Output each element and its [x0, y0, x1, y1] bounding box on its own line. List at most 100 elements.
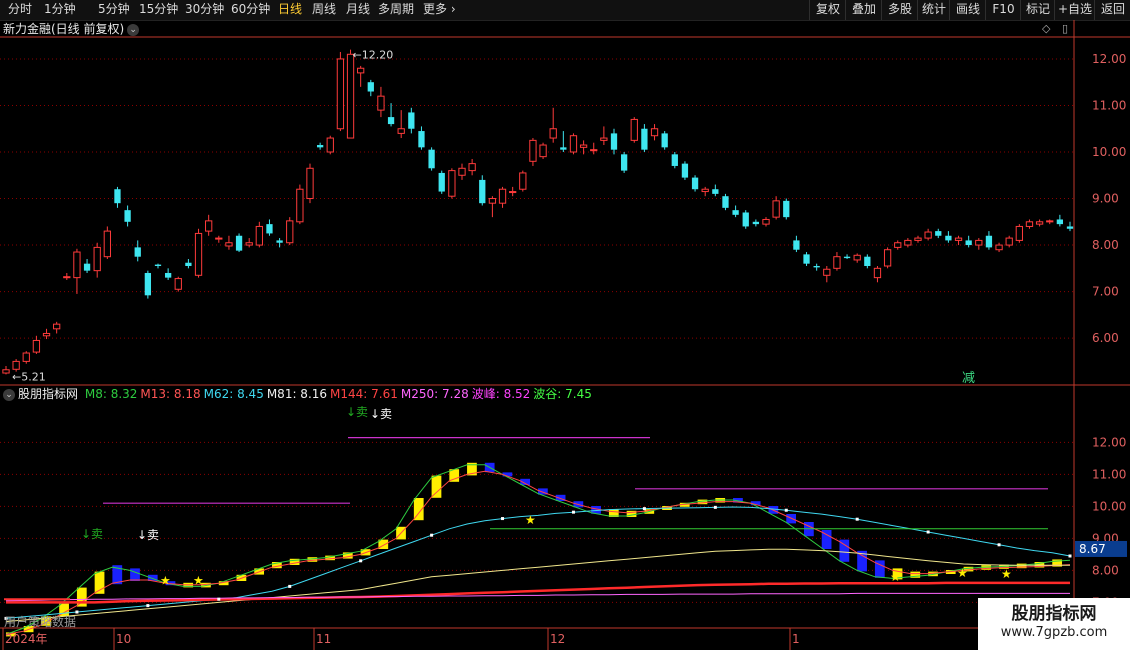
ma62-dot-48 — [855, 517, 859, 521]
user-strategy-data-label[interactable]: 用户策略数据 — [4, 613, 76, 630]
candle-body-44 — [448, 170, 456, 197]
candle-body-78 — [793, 240, 800, 250]
candle-body-101 — [1025, 221, 1034, 227]
candle-body-84 — [853, 254, 861, 261]
x-tick-4: 1 — [792, 632, 800, 646]
candle-body-93 — [945, 235, 952, 241]
candle-body-52 — [529, 139, 537, 162]
candle-body-8 — [83, 263, 91, 271]
x-tick-0: 2024年 — [5, 632, 48, 646]
candle-body-100 — [1015, 225, 1023, 241]
y-tick-ind-3: 10.00 — [1092, 499, 1126, 513]
star-marker-5: ★ — [1001, 567, 1012, 581]
candle-body-10 — [103, 230, 111, 258]
candle-body-40 — [408, 112, 415, 129]
ma62-dot-44 — [784, 508, 788, 512]
low-annotation: ←5.21 — [12, 370, 46, 383]
candle-body-29 — [296, 188, 304, 223]
y-tick-main-5: 11.00 — [1092, 98, 1126, 112]
candle-body-5 — [53, 323, 61, 330]
legend-item-0: M8: 8.32 — [84, 387, 138, 401]
candle-body-60 — [610, 133, 618, 150]
candle-body-68 — [691, 177, 699, 190]
ma62-dot-56 — [997, 543, 1001, 547]
candle-body-88 — [894, 242, 902, 248]
candle-body-57 — [579, 144, 588, 148]
candle-body-27 — [276, 240, 283, 243]
ma62-dot-60 — [1068, 554, 1072, 558]
ma-line-m13 — [5, 470, 1071, 635]
candle-body-45 — [458, 167, 466, 176]
candle-body-55 — [560, 147, 567, 150]
candle-body-51 — [519, 172, 527, 190]
candle-body-20 — [205, 220, 213, 232]
candle-body-50 — [509, 191, 517, 194]
ma62-dot-12 — [217, 597, 221, 601]
y-tick-ind-4: 11.00 — [1092, 467, 1126, 481]
candle-body-105 — [1066, 226, 1074, 229]
candle-body-74 — [752, 221, 760, 225]
candle-body-17 — [174, 278, 182, 290]
candle-body-12 — [124, 210, 131, 222]
candle-body-62 — [630, 118, 638, 141]
candle-body-25 — [255, 225, 263, 246]
y-tick-main-6: 12.00 — [1092, 52, 1126, 66]
sell-signal-0: ↓卖 — [346, 405, 368, 419]
star-marker-4: ★ — [957, 566, 968, 580]
x-tick-1: 10 — [116, 632, 131, 646]
legend-item-1: M13: 8.18 — [140, 387, 201, 401]
candle-body-34 — [346, 53, 355, 139]
candle-body-21 — [215, 237, 223, 240]
chevron-down-icon[interactable]: ⌄ — [3, 388, 15, 401]
candle-body-92 — [935, 231, 942, 236]
x-tick-3: 12 — [550, 632, 565, 646]
candle-body-41 — [418, 131, 425, 148]
candle-body-4 — [42, 332, 51, 337]
y-tick-ind-1: 8.00 — [1092, 563, 1119, 577]
candle-body-53 — [539, 144, 547, 158]
legend-item-6: 波峰: 8.52 — [471, 387, 531, 401]
candle-body-63 — [641, 128, 648, 150]
sell-signal-2: ↓卖 — [81, 527, 103, 541]
candle-body-86 — [873, 267, 882, 279]
candle-body-37 — [377, 95, 385, 111]
candle-body-54 — [549, 128, 557, 139]
chart-canvas: 6.007.008.009.0010.0011.0012.007.008.009… — [0, 20, 1130, 650]
candle-body-61 — [620, 154, 628, 171]
candle-body-81 — [823, 268, 831, 276]
candle-body-91 — [924, 231, 932, 239]
candle-body-39 — [397, 128, 405, 134]
candle-body-99 — [1005, 237, 1013, 246]
candle-body-87 — [883, 249, 892, 267]
ma62-dot-16 — [288, 584, 292, 588]
candle-body-28 — [286, 220, 294, 244]
candle-body-56 — [569, 135, 578, 153]
candle-body-19 — [194, 232, 203, 276]
candle-body-47 — [479, 179, 486, 204]
candle-body-35 — [357, 67, 365, 74]
candle-body-59 — [600, 137, 608, 141]
ma62-dot-20 — [359, 559, 363, 563]
candle-body-36 — [367, 82, 374, 92]
star-marker-0: ★ — [160, 573, 171, 587]
candle-body-79 — [803, 254, 810, 264]
band-block-4 — [76, 587, 87, 607]
candle-body-15 — [154, 264, 162, 266]
indicator-name: 股朋指标网 — [18, 387, 79, 401]
candle-body-11 — [114, 189, 121, 204]
candle-body-46 — [468, 163, 476, 172]
y-tick-ind-5: 12.00 — [1092, 435, 1126, 449]
high-annotation: ←12.20 — [353, 49, 394, 62]
ma62-dot-40 — [713, 505, 717, 509]
candle-body-89 — [904, 239, 912, 246]
candle-body-95 — [965, 240, 972, 246]
candle-body-22 — [225, 242, 233, 247]
y-tick-main-2: 8.00 — [1092, 238, 1119, 252]
y-tick-main-4: 10.00 — [1092, 145, 1126, 159]
candle-body-3 — [32, 339, 41, 353]
watermark-title: 股朋指标网 — [1011, 604, 1097, 624]
x-tick-2: 11 — [316, 632, 331, 646]
ma62-dot-28 — [501, 517, 505, 521]
candle-body-33 — [336, 58, 345, 130]
ma62-dot-8 — [146, 604, 150, 608]
